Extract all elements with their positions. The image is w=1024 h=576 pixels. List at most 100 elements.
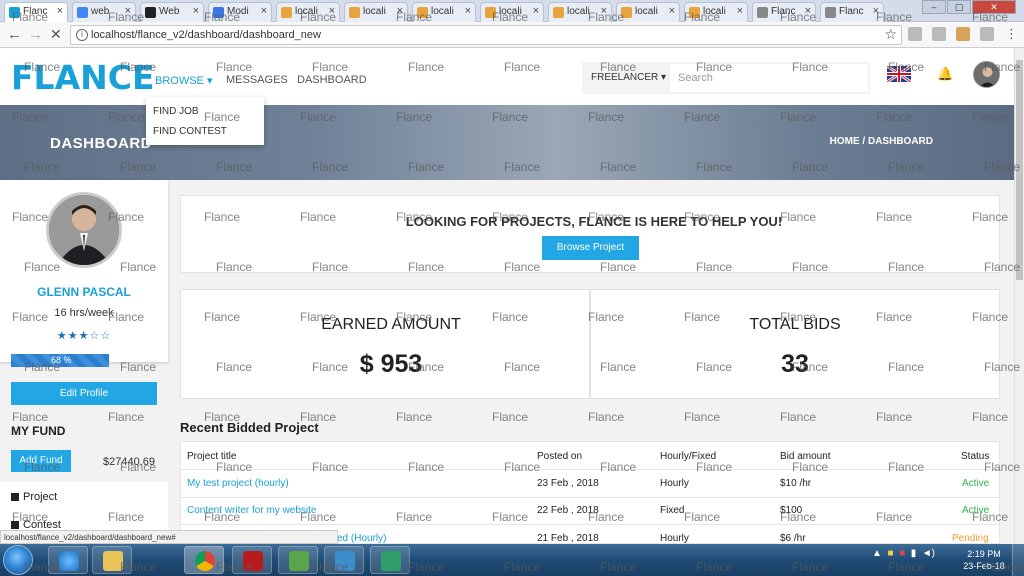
browser-tab[interactable]: locali × [684,2,748,22]
forward-icon[interactable]: → [28,26,43,43]
menu-item-find-job[interactable]: FIND JOB [153,106,199,117]
browse-dropdown-menu: FIND JOB FIND CONTEST [146,97,264,145]
earned-amount-value: $ 953 [359,350,423,378]
tab-close-icon[interactable]: × [193,5,199,17]
minimize-button[interactable]: – [922,0,946,14]
maximize-button[interactable]: ▢ [947,0,971,14]
nav-browse[interactable]: BROWSE ▾ [155,74,212,87]
page-title: DASHBOARD [50,135,152,152]
project-title-link[interactable]: ed (Hourly) [337,533,386,544]
status-badge: Active [962,505,990,516]
tab-close-icon[interactable]: × [601,5,607,17]
posted-on: 21 Feb , 2018 [537,533,599,544]
url-text: localhost/flance_v2/dashboard/dashboard_… [91,29,321,41]
browser-tab[interactable]: web × [72,2,136,22]
ie-taskbar-icon[interactable] [48,546,88,574]
breadcrumb[interactable]: HOME / DASHBOARD [830,136,933,147]
tab-close-icon[interactable]: × [57,5,63,17]
tab-label: Web [159,6,180,17]
bid-amount: $10 /hr [780,478,812,489]
tab-close-icon[interactable]: × [261,5,267,17]
nav-messages[interactable]: MESSAGES [226,74,288,86]
network-icon[interactable]: ▮ [911,548,917,559]
search-input[interactable] [670,64,868,92]
extension-icon[interactable] [980,27,994,41]
bid-amount: $6 /hr [780,533,806,544]
project-title-link[interactable]: Content writer for my website [187,505,317,516]
app-taskbar-icon[interactable] [324,546,364,574]
back-icon[interactable]: ← [7,26,22,43]
search-group: FREELANCER ▾ [582,62,870,94]
taskbar-clock[interactable]: 2:19 PM 23-Feb-18 [962,548,1006,572]
browser-tab[interactable]: locali × [480,2,544,22]
browser-tab[interactable]: locali × [276,2,340,22]
filezilla-taskbar-icon[interactable] [232,546,272,574]
app-taskbar-icon[interactable] [370,546,410,574]
start-button[interactable] [3,545,33,575]
browser-tab[interactable]: Web × [140,2,204,22]
system-tray[interactable]: ▲ ■ ■ ▮ ◄) [872,548,935,559]
tab-close-icon[interactable]: × [125,5,131,17]
tab-label: locali [635,6,658,17]
chrome-icon [195,551,215,571]
tray-flag-icon[interactable]: ■ [899,548,905,559]
tray-note-icon[interactable]: ■ [887,548,893,559]
tray-arrow-icon[interactable]: ▲ [872,548,882,559]
tab-close-icon[interactable]: × [669,5,675,17]
tab-close-icon[interactable]: × [805,5,811,17]
status-badge: Pending [952,533,989,544]
project-title-link[interactable]: My test project (hourly) [187,478,289,489]
info-icon[interactable]: i [76,29,88,41]
user-avatar[interactable] [973,61,1000,88]
tab-close-icon[interactable]: × [329,5,335,17]
browser-tab[interactable]: Flanc × [820,2,884,22]
browse-project-button[interactable]: Browse Project [542,236,639,260]
sidebar-item-project[interactable]: Project [11,491,57,503]
url-bar[interactable]: i localhost/flance_v2/dashboard/dashboar… [70,25,902,45]
show-desktop-button[interactable] [1012,544,1024,576]
volume-icon[interactable]: ◄) [922,548,935,559]
nav-dashboard[interactable]: DASHBOARD [297,74,367,86]
hourly-fixed: Fixed [660,505,685,516]
browser-tab[interactable]: Flanc × [4,2,68,22]
freelancer-dropdown[interactable]: FREELANCER ▾ [591,72,666,83]
browser-tab[interactable]: locali × [412,2,476,22]
tab-close-icon[interactable]: × [737,5,743,17]
filezilla-icon [243,551,263,571]
tab-close-icon[interactable]: × [533,5,539,17]
browser-tab[interactable]: locali × [616,2,680,22]
explorer-taskbar-icon[interactable] [92,546,132,574]
clock-date: 23-Feb-18 [963,561,1005,571]
bookmark-star-icon[interactable]: ☆ [884,26,897,43]
browser-tab[interactable]: Modi × [208,2,272,22]
uk-flag-icon[interactable] [887,66,911,82]
tab-close-icon[interactable]: × [397,5,403,17]
checkbox-icon [11,493,19,501]
menu-icon[interactable]: ⋮ [1005,26,1018,42]
reload-icon[interactable]: ✕ [50,26,62,43]
close-window-button[interactable]: ✕ [972,0,1016,14]
chrome-taskbar-icon[interactable] [184,546,224,574]
extension-icon[interactable] [932,27,946,41]
tab-close-icon[interactable]: × [873,5,879,17]
app-taskbar-icon[interactable] [278,546,318,574]
browser-tab[interactable]: locali × [344,2,408,22]
menu-item-find-contest[interactable]: FIND CONTEST [153,126,227,137]
flance-logo[interactable]: FLANCE [11,58,155,97]
total-bids-card: TOTAL BIDS 33 [590,289,1000,399]
tab-label: locali [363,6,386,17]
add-fund-button[interactable]: Add Fund [11,450,71,472]
browser-tab[interactable]: Flanc × [752,2,816,22]
tab-close-icon[interactable]: × [465,5,471,17]
extension-icon[interactable] [908,27,922,41]
extension-icon[interactable] [956,27,970,41]
edit-profile-button[interactable]: Edit Profile [11,382,157,405]
tab-label: Flanc [839,6,864,17]
notification-bell-icon[interactable]: 🔔 [937,66,953,82]
browser-tab[interactable]: locali × [548,2,612,22]
sidebar-item-label: Project [23,491,58,503]
tab-favicon-icon [77,7,88,18]
page-scrollbar[interactable] [1014,48,1024,544]
clock-time: 2:19 PM [967,549,1001,559]
scrollbar-thumb[interactable] [1016,60,1023,280]
